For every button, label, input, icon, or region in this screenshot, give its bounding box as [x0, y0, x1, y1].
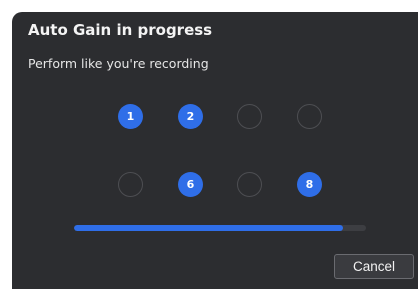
channel-indicator-2: 2	[178, 104, 203, 129]
channel-indicator-8: 8	[297, 172, 322, 197]
channel-grid: 1 2 6 8	[12, 12, 418, 289]
channel-indicator-7	[237, 172, 262, 197]
channel-indicator-5	[118, 172, 143, 197]
cancel-button[interactable]: Cancel	[334, 254, 414, 279]
channel-indicator-6: 6	[178, 172, 203, 197]
channel-indicator-1: 1	[118, 104, 143, 129]
channel-indicator-4	[297, 104, 322, 129]
auto-gain-dialog: Auto Gain in progress Perform like you'r…	[12, 12, 418, 289]
progress-bar	[74, 225, 366, 231]
channel-indicator-3	[237, 104, 262, 129]
progress-bar-fill	[74, 225, 343, 231]
